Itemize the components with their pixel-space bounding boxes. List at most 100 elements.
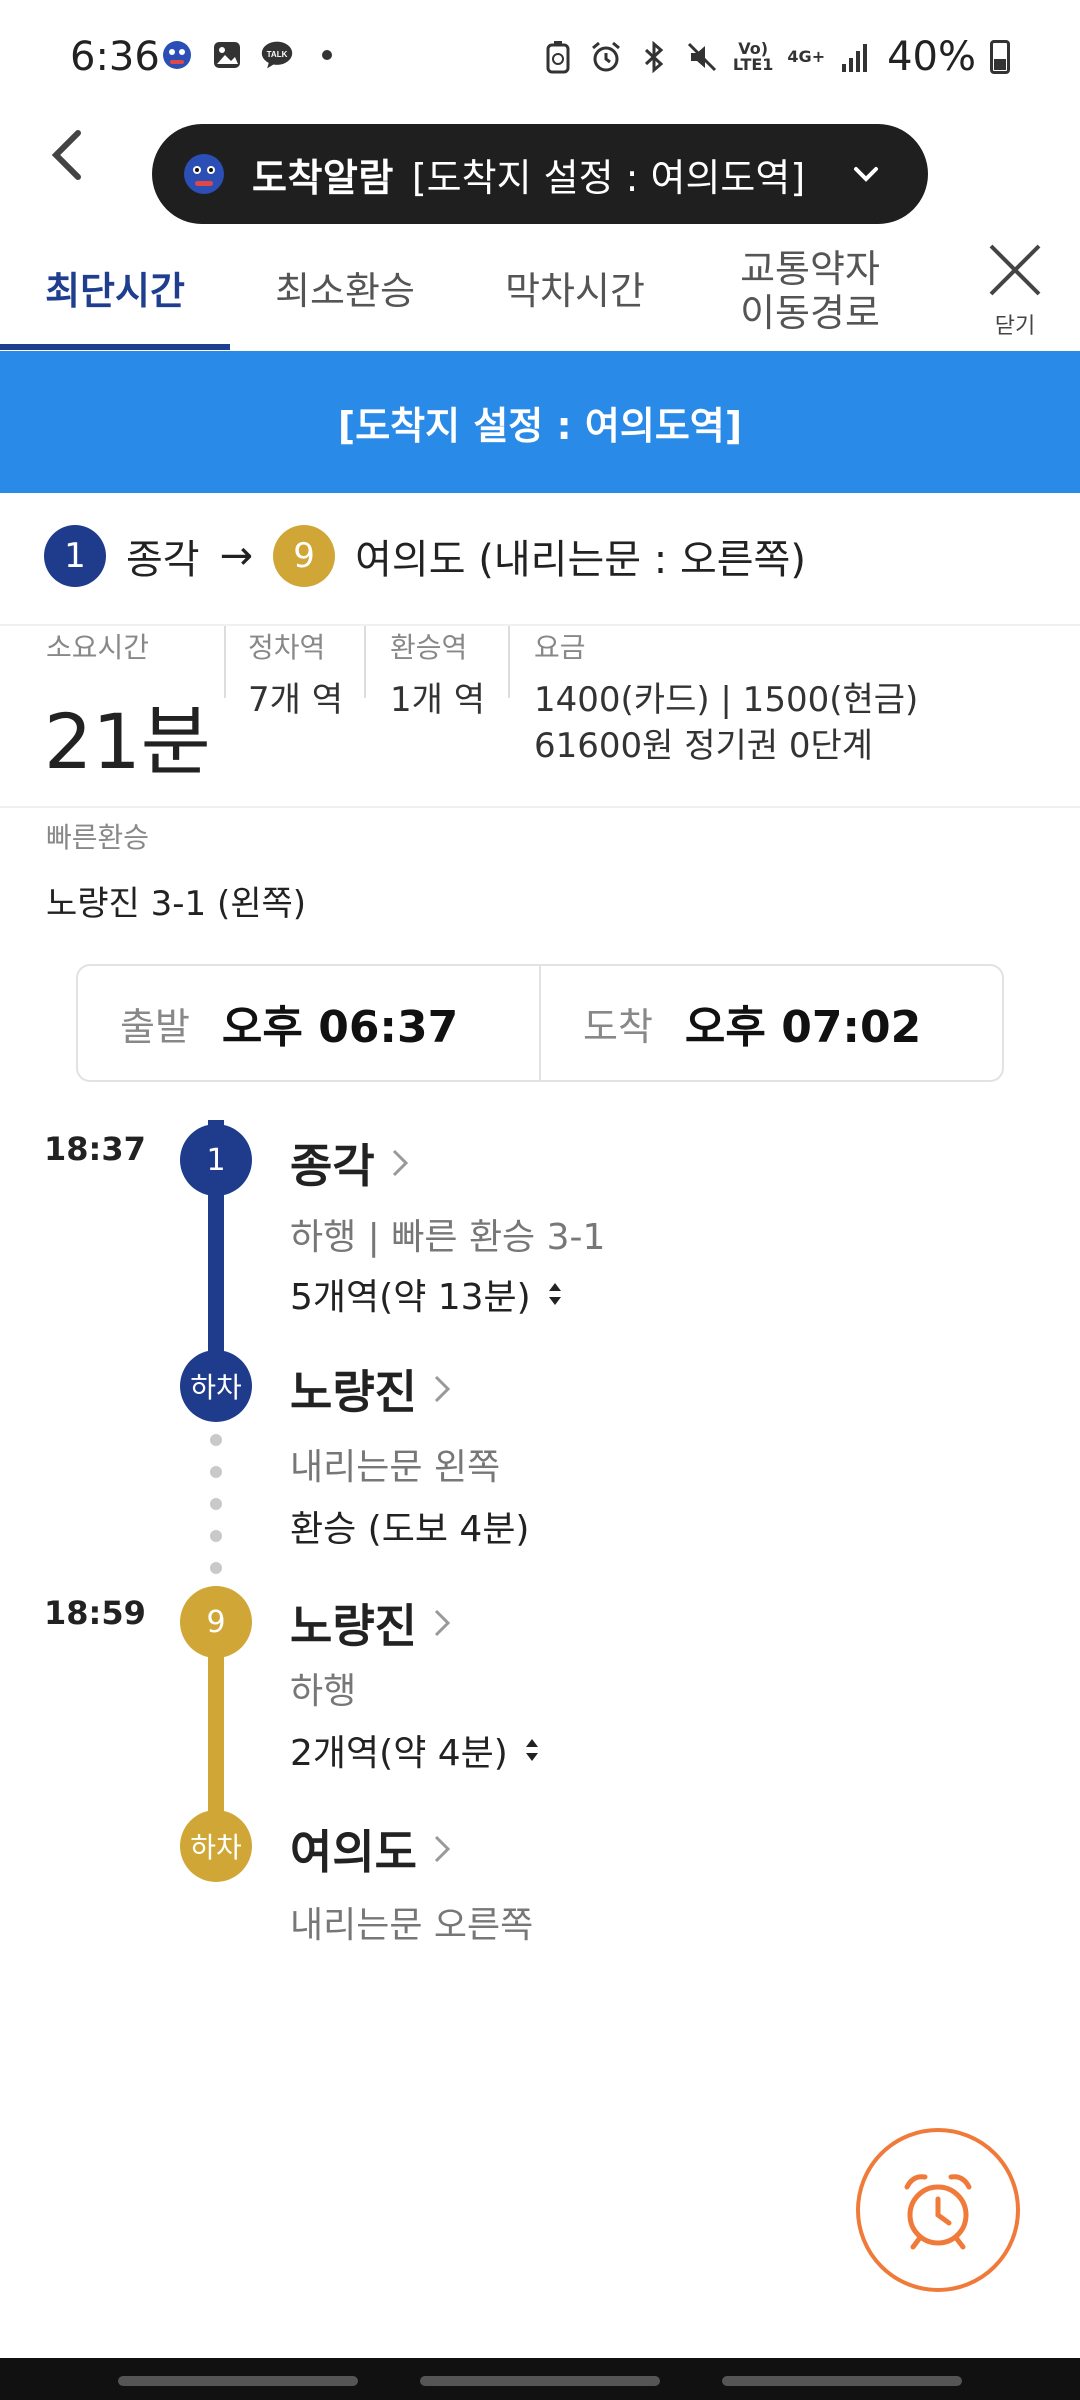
svg-text:TALK: TALK	[267, 50, 288, 59]
station-link[interactable]: 노량진	[290, 1356, 453, 1422]
nav-back[interactable]	[722, 2376, 962, 2386]
chevron-right-icon	[392, 1149, 408, 1177]
tab-shortest-time[interactable]: 최단시간	[0, 232, 230, 350]
door-info: 내리는문 오른쪽	[290, 1905, 534, 1946]
duration-label: 소요시간	[46, 631, 150, 664]
chevron-right-icon	[434, 1609, 451, 1637]
destination-banner: [도착지 설정 : 여의도역]	[0, 351, 1080, 493]
walk-dot	[210, 1562, 222, 1574]
alarm-status-icon	[589, 40, 623, 74]
direction-info: 하행	[290, 1671, 357, 1712]
app-mascot-icon	[180, 150, 228, 198]
stops-count: 2개역(약 4분)	[290, 1733, 508, 1774]
station-name: 여의도	[290, 1825, 417, 1879]
nav-home[interactable]	[420, 2376, 660, 2386]
arrive-value: 오후 07:02	[684, 1002, 922, 1053]
transfer-label: 환승역	[390, 631, 468, 664]
stops-toggle[interactable]: 5개역(약 13분)	[290, 1268, 563, 1320]
transfer-walk-info: 환승 (도보 4분)	[290, 1509, 530, 1550]
route-timeline: 18:37 1 종각 하행 | 빠른 환승 3-1 5개역(약 13분) 하차 …	[0, 1110, 1080, 1960]
walk-dot	[210, 1434, 222, 1446]
active-tab-indicator	[0, 344, 230, 350]
depart-time: 출발 오후 06:37	[78, 966, 539, 1080]
sort-updown-icon	[525, 1739, 538, 1761]
arrival-alarm-pill[interactable]: 도착알람 [도착지 설정 : 여의도역]	[152, 124, 928, 224]
walk-dot	[210, 1466, 222, 1478]
divider	[364, 626, 366, 698]
fare-value: 1400(카드) | 1500(현금)	[534, 680, 919, 720]
nav-recents[interactable]	[118, 2376, 358, 2386]
notification-icons: TALK	[160, 38, 344, 72]
stops-toggle[interactable]: 2개역(약 4분)	[290, 1724, 540, 1776]
arrive-time: 도착 오후 07:02	[539, 966, 1002, 1080]
bluetooth-icon	[637, 40, 671, 74]
depart-arrive-box: 출발 오후 06:37 도착 오후 07:02	[76, 964, 1004, 1082]
stops-count: 5개역(약 13분)	[290, 1277, 531, 1318]
fast-transfer-value: 노량진 3-1 (왼쪽)	[46, 884, 307, 924]
route-tabs: 최단시간 최소환승 막차시간 교통약자 이동경로	[0, 232, 1080, 350]
alight-badge: 하차	[180, 1350, 252, 1422]
close-icon	[989, 244, 1041, 296]
segment-departure-time: 18:37	[44, 1130, 146, 1168]
fare-label: 요금	[534, 631, 586, 664]
arrow-icon: →	[219, 533, 254, 579]
pass-value: 61600원 정기권 0단계	[534, 726, 874, 766]
network-indicator: 4G+	[787, 47, 826, 66]
line-badge: 1	[44, 525, 106, 587]
chevron-right-icon	[434, 1375, 451, 1403]
back-button[interactable]	[40, 120, 96, 190]
signal-icon	[839, 40, 873, 74]
chevron-right-icon	[434, 1835, 451, 1863]
station-name: 노량진	[290, 1599, 417, 1653]
door-info: 내리는문 왼쪽	[290, 1447, 501, 1488]
duration-value: 21분	[44, 697, 211, 786]
battery-percent: 40%	[887, 34, 976, 80]
alarm-button[interactable]	[856, 2128, 1020, 2292]
walk-dot	[210, 1530, 222, 1542]
back-icon	[51, 130, 81, 180]
station-link[interactable]: 노량진	[290, 1590, 453, 1656]
origin-station: 종각	[126, 537, 200, 583]
destination-station: 여의도 (내리는문 : 오른쪽)	[355, 537, 806, 583]
battery-icon	[990, 40, 1010, 74]
app-mascot-icon	[160, 38, 194, 72]
more-dot-icon	[310, 38, 344, 72]
line-badge: 1	[180, 1124, 252, 1196]
station-link[interactable]: 종각	[290, 1130, 411, 1196]
volte-indicator: Vo) LTE1	[732, 39, 774, 74]
sort-updown-icon	[548, 1283, 561, 1305]
route-summary: 1 종각 → 9 여의도 (내리는문 : 오른쪽)	[44, 520, 826, 592]
trip-stats: 소요시간 21분 정차역 7개 역 환승역 1개 역 요금 1400(카드) |…	[0, 626, 1080, 806]
close-label: 닫기	[994, 314, 1036, 339]
stops-label: 정차역	[248, 631, 326, 664]
talk-icon: TALK	[260, 38, 294, 72]
tab-least-transfer[interactable]: 최소환승	[230, 232, 460, 350]
depart-value: 오후 06:37	[221, 1002, 459, 1053]
system-nav-bar	[0, 2358, 1080, 2400]
status-time: 6:36	[70, 34, 160, 80]
station-name: 종각	[290, 1139, 375, 1193]
arrive-label: 도착	[583, 1004, 653, 1049]
tab-last-train[interactable]: 막차시간	[460, 232, 690, 350]
alarm-detail: [도착지 설정 : 여의도역]	[411, 155, 806, 200]
fast-transfer-label: 빠른환승	[46, 821, 150, 854]
line-badge: 9	[180, 1586, 252, 1658]
divider	[224, 626, 226, 698]
close-button[interactable]: 닫기	[980, 240, 1050, 340]
walk-dot	[210, 1498, 222, 1510]
station-name: 노량진	[290, 1365, 417, 1419]
mute-icon	[685, 40, 719, 74]
tab-accessible-route[interactable]: 교통약자 이동경로	[690, 232, 930, 350]
direction-info: 하행 | 빠른 환승 3-1	[290, 1217, 606, 1258]
gallery-icon	[210, 38, 244, 72]
stops-value: 7개 역	[248, 680, 343, 720]
alarm-clock-icon	[904, 2174, 972, 2250]
alight-badge: 하차	[180, 1810, 252, 1882]
line-badge: 9	[273, 525, 336, 587]
chevron-down-icon[interactable]	[846, 154, 886, 194]
battery-saver-icon	[541, 40, 575, 74]
station-link[interactable]: 여의도	[290, 1816, 453, 1882]
status-bar: 6:36 TALK Vo) LTE1 4G+ 40%	[0, 0, 1080, 120]
depart-label: 출발	[120, 1004, 190, 1049]
divider	[508, 626, 510, 698]
